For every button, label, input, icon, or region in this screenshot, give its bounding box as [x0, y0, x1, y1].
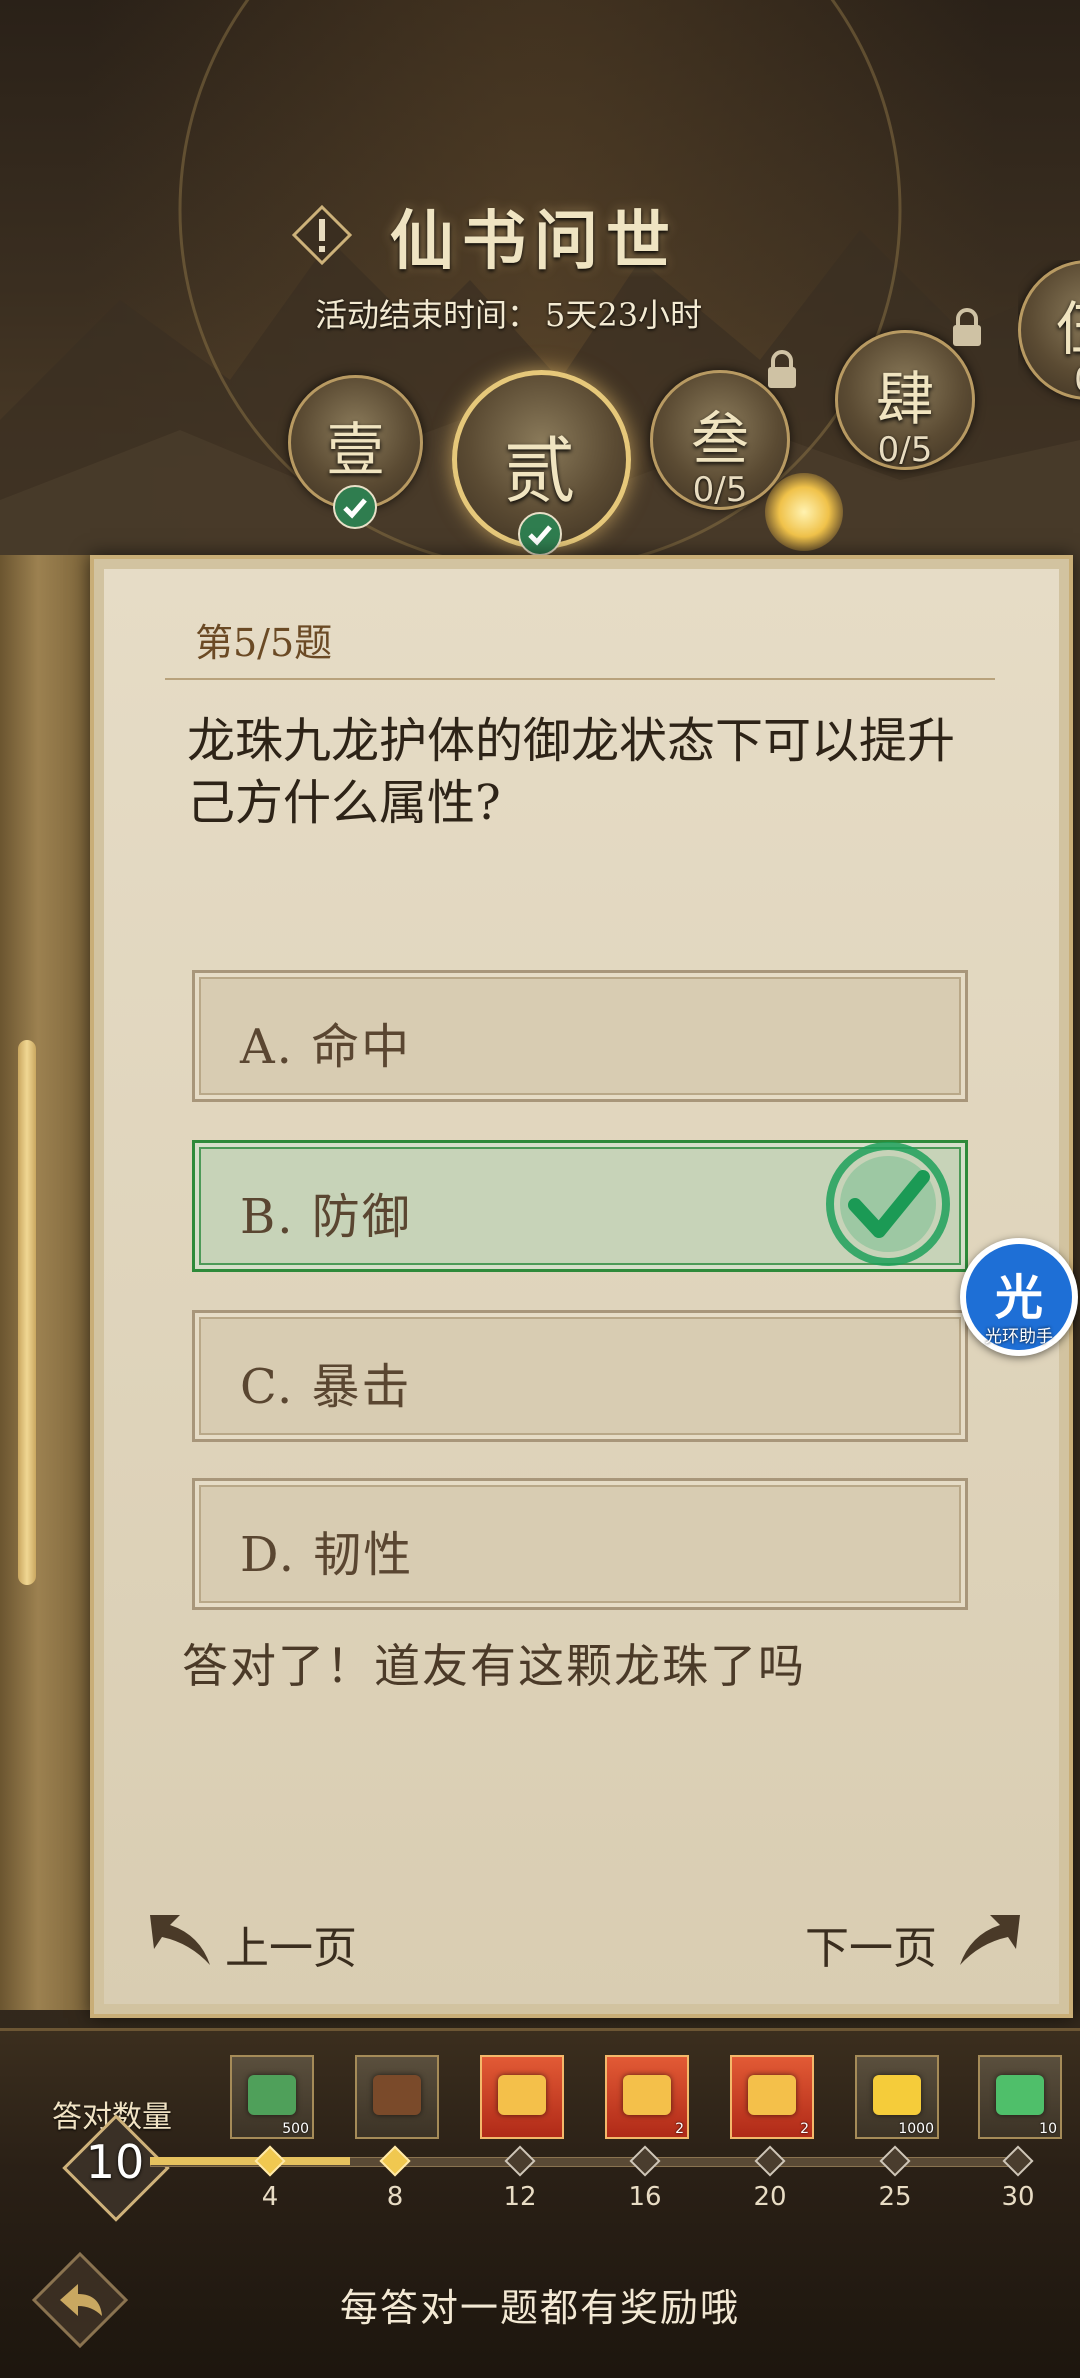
end-time-label: 活动结束时间： [315, 296, 540, 334]
reward-slot[interactable]: 1000 [855, 2055, 939, 2139]
info-icon[interactable] [292, 205, 352, 265]
green-gem-chest-icon [248, 2075, 296, 2115]
checkmark-icon [333, 485, 377, 529]
chapter-tab-1[interactable]: 壹 [288, 375, 423, 529]
footer-tip: 每答对一题都有奖励哦 [340, 2286, 741, 2330]
event-end-time: 活动结束时间： 5天23小时 [315, 290, 702, 336]
milestone-label: 25 [878, 2182, 912, 2212]
jade-orb-icon [996, 2075, 1044, 2115]
correct-check-icon [826, 1142, 950, 1266]
option-label: C. 暴击 [240, 1359, 412, 1415]
green-chest-icon [373, 2075, 421, 2115]
divider [165, 678, 995, 680]
milestone-label: 30 [1001, 2182, 1035, 2212]
option-label: D. 韧性 [240, 1527, 414, 1583]
reward-count: 1000 [898, 2121, 934, 2137]
question-text: 龙珠九龙护体的御龙状态下可以提升己方什么属性? [187, 713, 956, 831]
option-label: A. 命中 [240, 1019, 412, 1075]
chapter-progress: 0/5 [877, 430, 933, 470]
reward-count: 2 [800, 2121, 809, 2137]
red-treasure-chest-icon [748, 2075, 796, 2115]
option-b[interactable]: B. 防御 [192, 1140, 968, 1272]
option-d[interactable]: D. 韧性 [192, 1478, 968, 1610]
lock-icon [768, 350, 796, 388]
red-treasure-chest-icon [498, 2075, 546, 2115]
reward-slot[interactable]: 10 [978, 2055, 1062, 2139]
end-time-value: 5天23小时 [545, 296, 703, 334]
chapter-progress: 0 [1018, 360, 1080, 400]
chapter-label: 叁 [690, 405, 749, 473]
option-c[interactable]: C. 暴击 [192, 1310, 968, 1442]
scrollbar[interactable] [18, 1040, 36, 1585]
red-treasure-chest-icon [623, 2075, 671, 2115]
chapter-tab-2[interactable]: 贰 [452, 370, 631, 556]
chapter-label: 肆 [875, 365, 934, 433]
next-arrow-icon[interactable] [950, 1905, 1030, 1975]
milestone-label: 20 [753, 2182, 787, 2212]
chapter-label: 贰 [503, 429, 576, 513]
reward-count: 10 [1039, 2121, 1057, 2137]
question-number: 第5/5题 [195, 621, 333, 665]
reward-slot[interactable] [480, 2055, 564, 2139]
reward-count: 2 [675, 2121, 684, 2137]
answer-feedback: 答对了！道友有这颗龙珠了吗 [182, 1639, 806, 1693]
chapter-label: 伍 [1018, 282, 1080, 366]
prev-arrow-icon[interactable] [140, 1905, 220, 1975]
milestone-label: 8 [386, 2182, 404, 2212]
milestone-label: 4 [261, 2182, 279, 2212]
chapter-tab-4[interactable]: 肆 0/5 [835, 308, 981, 480]
checkmark-icon [518, 512, 562, 556]
milestone-label: 12 [503, 2182, 537, 2212]
option-label: B. 防御 [240, 1189, 412, 1245]
reward-slot[interactable]: 2 [730, 2055, 814, 2139]
next-page-button[interactable]: 下一页 [805, 1912, 937, 1976]
gold-ingot-icon [873, 2075, 921, 2115]
lock-icon [953, 308, 981, 346]
option-a[interactable]: A. 命中 [192, 970, 968, 1102]
chapter-tab-5[interactable]: 伍 0 [1018, 260, 1080, 410]
progress-fill [150, 2157, 350, 2165]
helper-char: 光 [994, 1270, 1043, 1326]
page-title: 仙书问世 [390, 204, 678, 279]
chapter-label: 壹 [326, 416, 385, 484]
prev-page-button[interactable]: 上一页 [225, 1912, 357, 1976]
reward-slot[interactable] [355, 2055, 439, 2139]
back-button[interactable] [30, 2250, 130, 2350]
left-scroll-frame [0, 555, 98, 2010]
milestone-label: 16 [628, 2182, 662, 2212]
helper-floating-button[interactable]: 光 光环助手 [960, 1238, 1078, 1356]
reward-slot[interactable]: 2 [605, 2055, 689, 2139]
glow-orb [765, 473, 843, 551]
reward-slot[interactable]: 500 [230, 2055, 314, 2139]
helper-label: 光环助手 [985, 1327, 1053, 1347]
reward-count: 500 [282, 2121, 309, 2137]
